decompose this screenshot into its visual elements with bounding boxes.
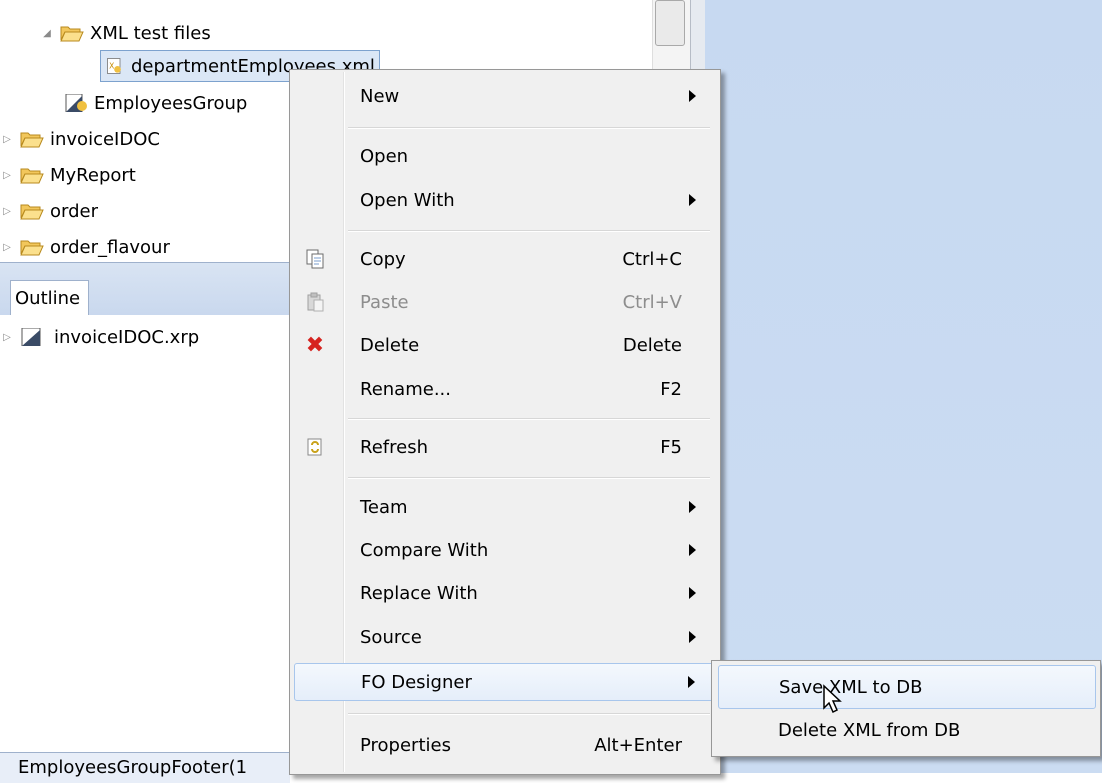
menu-item-label: Replace With — [360, 582, 478, 604]
menu-accelerator: Delete — [622, 334, 682, 356]
menu-item-team[interactable]: Team — [294, 488, 714, 526]
menu-item-delete-xml-from-db[interactable]: Delete XML from DB — [718, 709, 1094, 751]
delete-icon: ✖ — [305, 332, 325, 358]
tree-item-employees-group[interactable]: EmployeesGroup — [64, 86, 247, 120]
folder-icon — [20, 240, 44, 256]
menu-item-label: Source — [360, 626, 422, 648]
tree-item-invoiceidoc[interactable]: ▷ invoiceIDOC — [0, 122, 160, 156]
menu-separator — [348, 418, 710, 420]
tree-item-label: XML test files — [90, 22, 211, 44]
tree-item-label: EmployeesGroup — [94, 92, 248, 114]
tree-scrollbar-thumb[interactable] — [655, 0, 685, 46]
folder-icon — [20, 168, 44, 184]
menu-item-label: Compare With — [360, 539, 489, 561]
folder-icon — [20, 204, 44, 220]
menu-accelerator: Ctrl+C — [622, 248, 682, 270]
menu-item-source[interactable]: Source — [294, 618, 714, 656]
expand-twisty-icon[interactable]: ◢ — [40, 28, 54, 39]
submenu-arrow-icon — [689, 501, 696, 513]
submenu-arrow-icon — [689, 90, 696, 102]
outline-tab-label: Outline — [15, 287, 81, 309]
menu-item-rename[interactable]: Rename... F2 — [294, 370, 714, 408]
submenu-arrow-icon — [689, 544, 696, 556]
menu-item-label: Open With — [360, 189, 455, 211]
menu-item-label: Open — [360, 145, 409, 167]
collapse-twisty-icon[interactable]: ▷ — [0, 242, 14, 253]
paste-icon — [304, 291, 326, 313]
collapse-twisty-icon[interactable]: ▷ — [0, 134, 14, 145]
tree-item-label: order — [50, 200, 98, 222]
svg-text:X: X — [109, 62, 114, 71]
collapse-twisty-icon[interactable]: ▷ — [0, 332, 14, 343]
bottom-tab[interactable]: EmployeesGroupFooter(1 — [0, 752, 290, 783]
menu-item-label: Refresh — [360, 436, 428, 458]
copy-icon — [304, 248, 326, 270]
refresh-icon — [304, 436, 326, 458]
menu-accelerator: F2 — [660, 378, 682, 400]
tree-item-label: MyReport — [50, 164, 136, 186]
menu-item-label: Delete XML from DB — [778, 719, 961, 741]
menu-item-label: Save XML to DB — [779, 676, 923, 698]
submenu-arrow-icon — [689, 587, 696, 599]
menu-separator — [348, 127, 710, 129]
report-file-icon — [65, 94, 87, 112]
menu-item-label: Team — [360, 496, 408, 518]
tree-item-label: order_flavour — [50, 236, 170, 258]
collapse-twisty-icon[interactable]: ▷ — [0, 170, 14, 181]
menu-accelerator: Alt+Enter — [594, 734, 682, 756]
fo-designer-submenu: Save XML to DB Delete XML from DB — [711, 660, 1101, 757]
mouse-cursor-icon — [823, 684, 842, 714]
submenu-arrow-icon — [689, 631, 696, 643]
tab-outline[interactable]: Outline — [10, 280, 90, 315]
submenu-arrow-icon — [689, 194, 696, 206]
xml-file-icon: X — [107, 58, 121, 74]
menu-accelerator: Ctrl+V — [622, 291, 682, 313]
menu-separator — [348, 477, 710, 479]
menu-item-label: Paste — [360, 291, 409, 313]
menu-item-delete[interactable]: ✖ Delete Delete — [294, 326, 714, 364]
menu-item-properties[interactable]: Properties Alt+Enter — [294, 726, 714, 764]
menu-item-copy[interactable]: Copy Ctrl+C — [294, 240, 714, 278]
menu-item-label: Properties — [360, 734, 451, 756]
tree-item-myreport[interactable]: ▷ MyReport — [0, 158, 136, 192]
menu-item-paste[interactable]: Paste Ctrl+V — [294, 283, 714, 321]
menu-item-open[interactable]: Open — [294, 137, 714, 175]
menu-item-save-xml-to-db[interactable]: Save XML to DB — [718, 665, 1096, 709]
menu-item-label: Delete — [360, 334, 420, 356]
context-menu: New Open Open With Copy Ctrl+C Paste Ctr… — [289, 69, 721, 775]
tree-item-order[interactable]: ▷ order — [0, 194, 98, 228]
menu-item-replace-with[interactable]: Replace With — [294, 574, 714, 612]
menu-item-compare-with[interactable]: Compare With — [294, 531, 714, 569]
collapse-twisty-icon[interactable]: ▷ — [0, 206, 14, 217]
outline-item-label: invoiceIDOC.xrp — [54, 326, 200, 348]
menu-item-open-with[interactable]: Open With — [294, 181, 714, 219]
tree-item-xml-test-files[interactable]: ◢ XML test files — [40, 16, 211, 50]
editor-area — [705, 0, 1102, 773]
menu-item-new[interactable]: New — [294, 77, 714, 115]
menu-separator — [348, 230, 710, 232]
menu-item-label: New — [360, 85, 400, 107]
folder-icon — [20, 132, 44, 148]
menu-item-label: Copy — [360, 248, 406, 270]
tree-item-order-flavour[interactable]: ▷ order_flavour — [0, 230, 170, 264]
menu-accelerator: F5 — [660, 436, 682, 458]
menu-item-fo-designer[interactable]: FO Designer — [294, 663, 714, 701]
menu-item-refresh[interactable]: Refresh F5 — [294, 428, 714, 466]
report-file-icon — [21, 328, 41, 346]
outline-item-invoiceidoc-xrp[interactable]: ▷ invoiceIDOC.xrp — [0, 320, 199, 354]
menu-item-label: Rename... — [360, 378, 451, 400]
submenu-arrow-icon — [688, 676, 695, 688]
menu-item-label: FO Designer — [361, 671, 472, 693]
tree-item-label: invoiceIDOC — [50, 128, 160, 150]
bottom-tab-label: EmployeesGroupFooter(1 — [18, 757, 248, 778]
menu-separator — [348, 713, 710, 715]
folder-open-icon — [60, 26, 84, 42]
